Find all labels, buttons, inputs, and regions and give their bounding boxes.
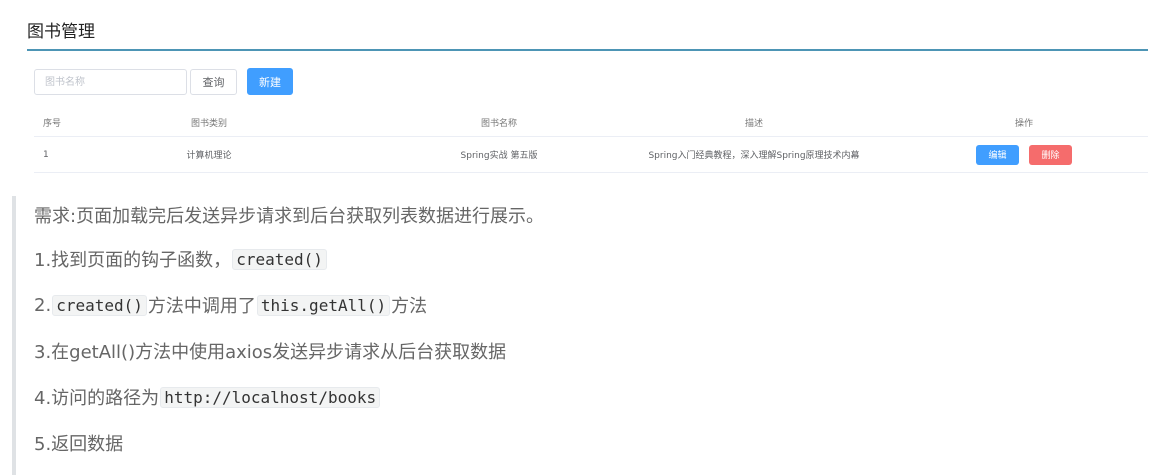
table-header-row: 序号 图书类别 图书名称 描述 操作 [34,108,1148,137]
requirement-notes: 需求:页面加载完后发送异步请求到后台获取列表数据进行展示。 1.找到页面的钩子函… [12,196,1166,475]
table-row: 1 计算机理论 Spring实战 第五版 Spring入门经典教程，深入理解Sp… [34,137,1148,173]
note-text: 方法 [391,296,428,317]
new-button[interactable]: 新建 [247,68,293,95]
note-step-3: 3.在getAll()方法中使用axios发送异步请求从后台获取数据 [34,338,506,364]
inline-code: created() [232,248,327,270]
header-type: 图书类别 [190,118,227,129]
query-button[interactable]: 查询 [190,69,237,95]
note-text: 需求:页面加载完后发送异步请求到后台获取列表数据进行展示。 [34,206,545,227]
header-actions: 操作 [1014,118,1033,129]
note-text: 3.在getAll()方法中使用axios发送异步请求从后台获取数据 [34,342,507,363]
note-step-5: 5.返回数据 [34,430,123,456]
inline-code: http://localhost/books [160,386,381,408]
inline-code: created() [52,294,147,316]
note-text: 1.找到页面的钩子函数， [34,250,232,271]
note-step-2: 2. created() 方法中调用了 this.getAll() 方法 [34,292,427,318]
note-step-1: 1.找到页面的钩子函数， created() [34,246,328,272]
books-table: 序号 图书类别 图书名称 描述 操作 1 计算机理论 Spring实战 第五版 … [34,108,1148,173]
cell-seq: 1 [43,149,49,160]
note-step-4: 4.访问的路径为 http://localhost/books [34,384,381,410]
book-management-panel: 图书管理 查询 新建 序号 图书类别 图书名称 描述 操作 1 计算机理论 Sp… [0,0,1171,185]
cell-type: 计算机理论 [186,151,232,161]
title-divider [27,49,1148,51]
cell-description: Spring入门经典教程，深入理解Spring原理技术内幕 [648,151,860,161]
edit-button[interactable]: 编辑 [976,144,1019,165]
page-title: 图书管理 [27,22,95,42]
header-name: 图书名称 [480,118,517,129]
note-text: 方法中调用了 [147,296,256,317]
note-text: 5.返回数据 [34,434,124,455]
header-description: 描述 [744,118,763,129]
cell-actions: 编辑 删除 [934,137,1114,172]
note-text: 2. [34,294,52,316]
note-requirement: 需求:页面加载完后发送异步请求到后台获取列表数据进行展示。 [34,202,544,228]
cell-name: Spring实战 第五版 [460,151,538,161]
delete-button[interactable]: 删除 [1029,144,1072,165]
header-seq: 序号 [43,118,62,129]
note-text: 4.访问的路径为 [34,388,160,409]
inline-code: this.getAll() [256,294,391,316]
book-name-search-input[interactable] [34,69,187,95]
